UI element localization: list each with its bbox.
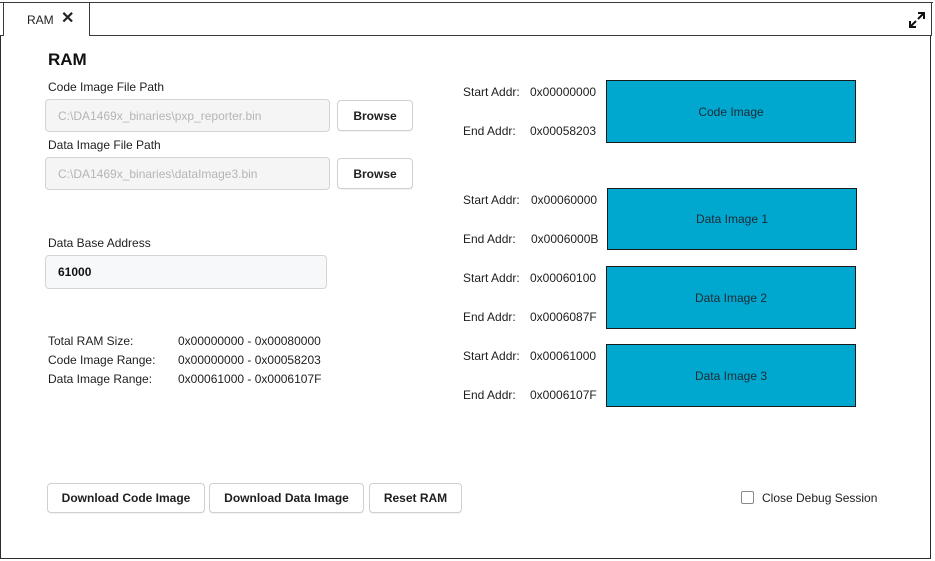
- code-image-start-value: 0x00000000: [530, 85, 597, 99]
- code-image-start-label: Start Addr:: [463, 85, 520, 99]
- download-code-image-button[interactable]: Download Code Image: [47, 483, 205, 513]
- data-image-1-end-label: End Addr:: [463, 232, 516, 246]
- page-title: RAM: [48, 50, 87, 69]
- data-image-3-block-label: Data Image 3: [694, 368, 768, 383]
- data-image-3-end-value: 0x0006107F: [530, 388, 597, 402]
- data-image-2-start-label: Start Addr:: [463, 271, 520, 285]
- data-image-1-block: Data Image 1: [607, 188, 857, 250]
- browse-code-image-button[interactable]: Browse: [337, 100, 413, 131]
- code-image-path-value: C:\DA1469x_binaries\pxp_reporter.bin: [58, 108, 262, 123]
- close-icon[interactable]: ✕: [61, 11, 74, 27]
- data-image-1-start-value: 0x00060000: [531, 193, 598, 207]
- tab-ram[interactable]: RAM ✕: [3, 3, 90, 36]
- data-image-2-start-value: 0x00060100: [530, 271, 597, 285]
- total-ram-size-label: Total RAM Size:: [48, 334, 134, 348]
- code-image-path-label: Code Image File Path: [48, 80, 165, 94]
- data-image-1-block-label: Data Image 1: [695, 212, 769, 226]
- total-ram-size-value: 0x00000000 - 0x00080000: [178, 334, 321, 348]
- code-image-end-label: End Addr:: [463, 124, 516, 138]
- data-base-address-input[interactable]: 61000: [45, 255, 327, 289]
- expand-icon[interactable]: [907, 10, 927, 30]
- code-image-end-value: 0x00058203: [530, 124, 597, 138]
- data-image-2-block: Data Image 2: [606, 266, 856, 329]
- data-image-2-block-label: Data Image 2: [694, 290, 768, 305]
- code-image-range-value: 0x00000000 - 0x00058203: [178, 353, 321, 367]
- data-base-address-value: 61000: [58, 265, 92, 279]
- data-image-range-value: 0x00061000 - 0x0006107F: [178, 372, 322, 386]
- data-image-path-input[interactable]: C:\DA1469x_binaries\dataImage3.bin: [45, 157, 330, 190]
- close-debug-session-checkbox[interactable]: [741, 491, 754, 504]
- data-image-3-end-label: End Addr:: [463, 388, 516, 402]
- data-base-address-label: Data Base Address: [48, 236, 151, 250]
- data-image-2-end-value: 0x0006087F: [530, 310, 597, 324]
- code-image-block-label: Code Image: [698, 104, 764, 119]
- browse-data-image-button[interactable]: Browse: [337, 158, 413, 189]
- data-image-3-start-value: 0x00061000: [530, 349, 597, 363]
- data-image-path-value: C:\DA1469x_binaries\dataImage3.bin: [58, 166, 258, 181]
- data-image-path-label: Data Image File Path: [48, 138, 161, 152]
- data-image-range-label: Data Image Range:: [48, 372, 153, 386]
- data-image-1-start-label: Start Addr:: [463, 193, 520, 207]
- code-image-range-label: Code Image Range:: [48, 353, 156, 367]
- data-image-3-start-label: Start Addr:: [463, 349, 520, 363]
- tab-label: RAM: [27, 13, 54, 27]
- reset-ram-button[interactable]: Reset RAM: [369, 483, 462, 513]
- download-data-image-button[interactable]: Download Data Image: [209, 483, 364, 513]
- data-image-1-end-value: 0x0006000B: [531, 232, 599, 246]
- code-image-path-input[interactable]: C:\DA1469x_binaries\pxp_reporter.bin: [45, 99, 330, 132]
- data-image-3-block: Data Image 3: [606, 344, 856, 407]
- code-image-block: Code Image: [606, 80, 856, 143]
- data-image-2-end-label: End Addr:: [463, 310, 516, 324]
- close-debug-session-label: Close Debug Session: [762, 491, 878, 505]
